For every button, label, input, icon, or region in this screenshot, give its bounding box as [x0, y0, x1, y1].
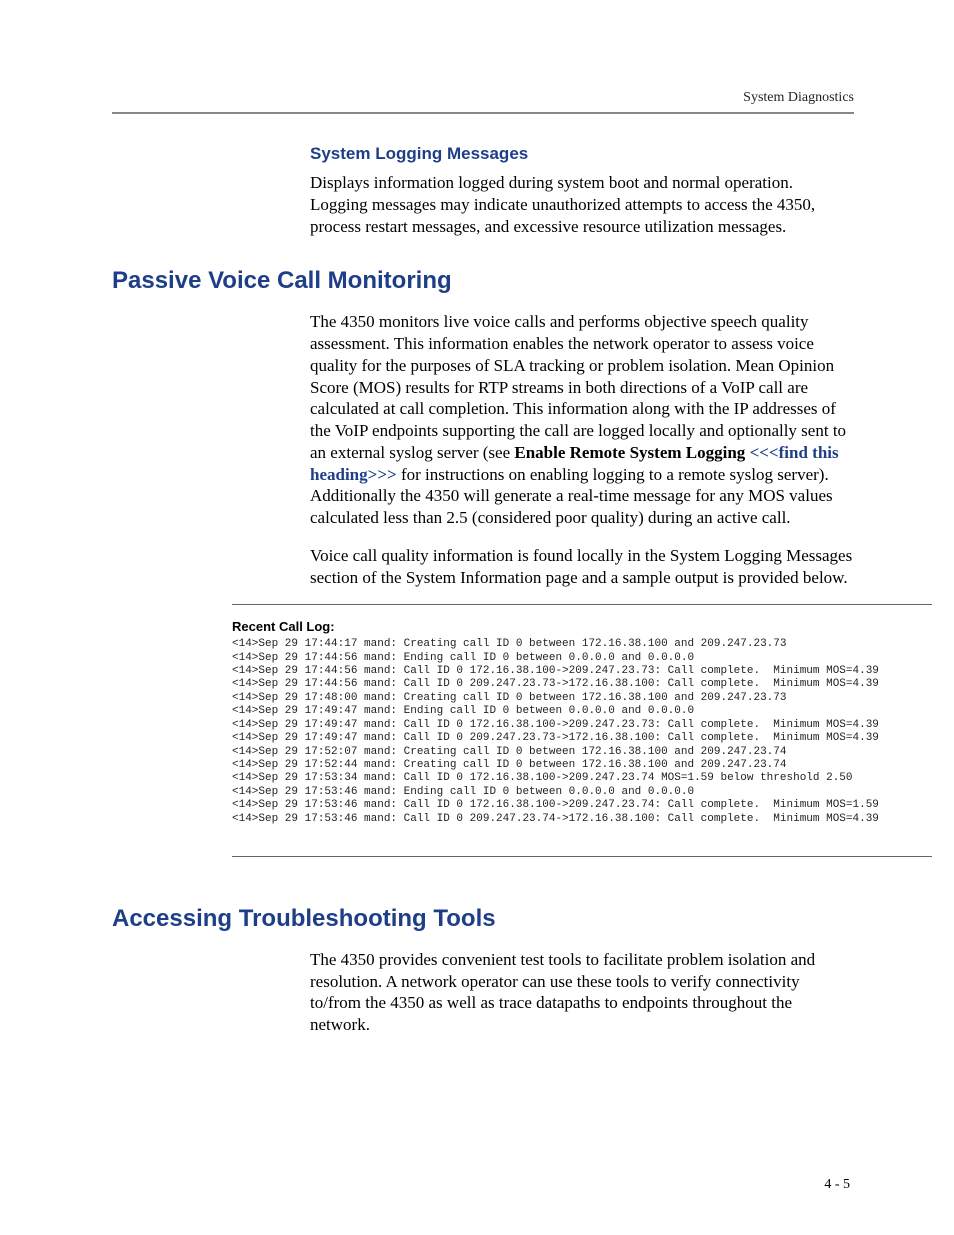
header-rule	[112, 112, 854, 114]
system-logging-body: Displays information logged during syste…	[310, 172, 854, 237]
page-number: 4 - 5	[824, 1177, 850, 1193]
log-line: <14>Sep 29 17:44:17 mand: Creating call …	[232, 638, 932, 651]
enable-remote-logging-ref-bold: Enable Remote System Logging	[514, 443, 749, 462]
passive-voice-p1: The 4350 monitors live voice calls and p…	[310, 311, 854, 529]
figure-bottom-rule	[232, 856, 932, 857]
system-logging-heading: System Logging Messages	[310, 144, 854, 164]
running-head: System Diagnostics	[112, 90, 854, 106]
passive-voice-p2: Voice call quality information is found …	[310, 545, 854, 589]
log-line: <14>Sep 29 17:44:56 mand: Call ID 0 172.…	[232, 665, 932, 678]
log-line: <14>Sep 29 17:44:56 mand: Ending call ID…	[232, 652, 932, 665]
figure-top-rule	[232, 604, 932, 605]
log-line: <14>Sep 29 17:48:00 mand: Creating call …	[232, 692, 932, 705]
passive-voice-heading: Passive Voice Call Monitoring	[112, 267, 854, 295]
log-line: <14>Sep 29 17:49:47 mand: Ending call ID…	[232, 705, 932, 718]
system-logging-section: System Logging Messages Displays informa…	[310, 144, 854, 237]
troubleshooting-heading: Accessing Troubleshooting Tools	[112, 905, 854, 933]
log-line: <14>Sep 29 17:49:47 mand: Call ID 0 209.…	[232, 732, 932, 745]
log-line: <14>Sep 29 17:52:07 mand: Creating call …	[232, 746, 932, 759]
passive-voice-section: The 4350 monitors live voice calls and p…	[310, 311, 854, 588]
page-content: System Diagnostics System Logging Messag…	[0, 0, 954, 1036]
log-line: <14>Sep 29 17:53:46 mand: Call ID 0 172.…	[232, 799, 932, 812]
log-line: <14>Sep 29 17:53:34 mand: Call ID 0 172.…	[232, 772, 932, 785]
recent-call-log-title: Recent Call Log:	[232, 619, 932, 634]
p1-text-a: The 4350 monitors live voice calls and p…	[310, 312, 846, 462]
log-line: <14>Sep 29 17:52:44 mand: Creating call …	[232, 759, 932, 772]
recent-call-log-lines: <14>Sep 29 17:44:17 mand: Creating call …	[232, 638, 932, 826]
log-line: <14>Sep 29 17:44:56 mand: Call ID 0 209.…	[232, 678, 932, 691]
troubleshooting-section: The 4350 provides convenient test tools …	[310, 949, 854, 1036]
log-line: <14>Sep 29 17:53:46 mand: Ending call ID…	[232, 786, 932, 799]
troubleshooting-body: The 4350 provides convenient test tools …	[310, 949, 854, 1036]
log-line: <14>Sep 29 17:49:47 mand: Call ID 0 172.…	[232, 719, 932, 732]
log-line: <14>Sep 29 17:53:46 mand: Call ID 0 209.…	[232, 813, 932, 826]
recent-call-log-figure: Recent Call Log: <14>Sep 29 17:44:17 man…	[232, 604, 932, 857]
